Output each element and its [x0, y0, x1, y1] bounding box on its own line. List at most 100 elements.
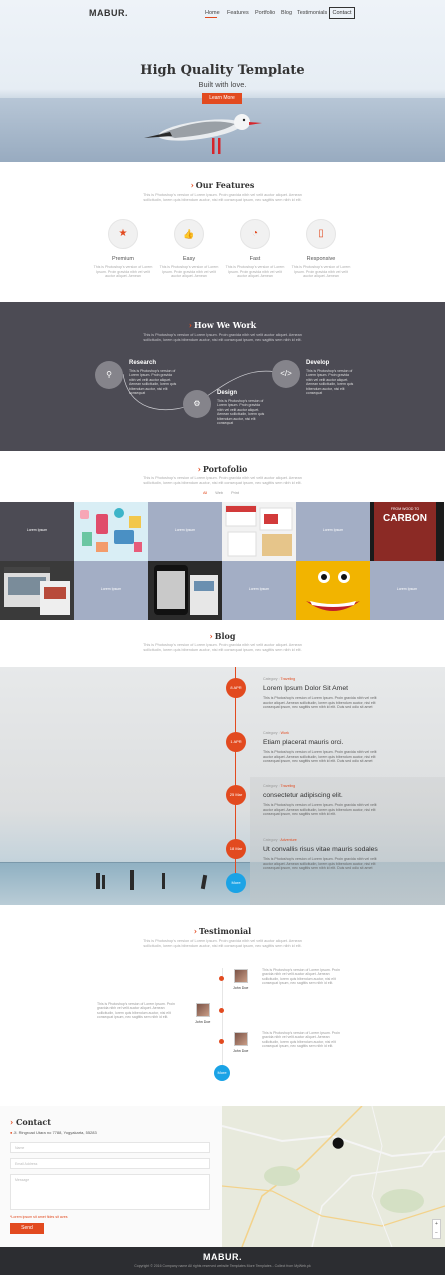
portfolio-tile-web-mockups[interactable] [222, 502, 296, 561]
blog-more-button[interactable]: More [226, 873, 246, 893]
filter-web[interactable]: Web [215, 491, 223, 495]
blog-category: Category : Traveling [263, 784, 296, 788]
nav-item-portfolio[interactable]: Portfolio [255, 10, 275, 16]
name-field[interactable]: Name [10, 1142, 210, 1153]
carbon-top-text: FROM WOOD TO [390, 507, 420, 511]
portfolio-tile[interactable]: Lorem Ipsum [0, 502, 74, 561]
feature-text: This is Photoshop's version of Lorem Ips… [291, 265, 351, 279]
contact-panel: › Contact ● Jl. Ringroad Utara no 7788, … [0, 1106, 222, 1247]
portfolio-tile-mouth[interactable] [296, 561, 370, 620]
email-field[interactable]: Email Address [10, 1158, 210, 1169]
blog-date-badge: 1 APR [226, 732, 246, 752]
blog-post-text: This is Photoshop's version of Lorem Ips… [263, 750, 377, 763]
avatar [234, 1032, 248, 1046]
nav-item-testimonials[interactable]: Testimonials [297, 10, 327, 16]
footer-logo[interactable]: MABUR. [0, 1252, 445, 1262]
map-zoom-control[interactable]: + − [432, 1219, 441, 1239]
feature-text: This is Photoshop's version of Lorem Ips… [159, 265, 219, 279]
features-description: This is Photoshop's version of Lorem Ips… [143, 193, 302, 202]
features-title: › Our Features [190, 180, 255, 190]
blog-category: Category : Traveling [263, 677, 296, 681]
contact-note: *Lorem ipsum sit amet fides sit aves [10, 1215, 68, 1219]
feature-text: This is Photoshop's version of Lorem Ips… [93, 265, 153, 279]
testimonial-dot [219, 1008, 224, 1013]
testimonial-timeline-line [222, 968, 223, 1068]
blog-post-title[interactable]: Lorem Ipsum Dolor Sit Amet [263, 685, 348, 692]
feature-circle-premium: ★ [108, 219, 138, 249]
blog-section: 8 APR 1 APR 25 Mar 18 Mar More Category … [0, 667, 445, 905]
portfolio-tile-website[interactable] [0, 561, 74, 620]
portfolio-filters: All Web Print [203, 491, 239, 495]
feature-text: This is Photoshop's version of Lorem Ips… [225, 265, 285, 279]
testimonial-text: This is Photoshop's version of Lorem Ips… [262, 968, 340, 986]
portfolio-tile[interactable]: Lorem Ipsum [296, 502, 370, 561]
portfolio-tile[interactable]: Lorem Ipsum [222, 561, 296, 620]
hero-title: High Quality Template [140, 63, 305, 78]
blog-title: › Blog [209, 631, 236, 641]
nav-item-blog[interactable]: Blog [281, 10, 292, 16]
blog-description: This is Photoshop's version of Lorem Ips… [143, 643, 302, 652]
avatar [234, 969, 248, 983]
hero-section: MABUR. Home Features Portfolio Blog Test… [0, 0, 445, 162]
mobile-icon: ▯ [318, 228, 324, 239]
blog-post-title[interactable]: Ut convallis risus vitae mauris sodales [263, 846, 378, 853]
filter-print[interactable]: Print [231, 491, 239, 495]
avatar [196, 1003, 210, 1017]
zoom-in-icon[interactable]: + [435, 1221, 438, 1227]
testimonial-dot [219, 976, 224, 981]
footer-copyright: Copyright © 2016 Company name All rights… [134, 1264, 311, 1268]
search-icon: ⚲ [95, 361, 123, 389]
portfolio-tile-carbon[interactable]: FROM WOOD TO CARBON [370, 502, 444, 561]
brand-logo[interactable]: MABUR. [89, 8, 128, 18]
work-step-text: This is Photoshop's version of Lorem Ips… [306, 369, 354, 396]
portfolio-description: This is Photoshop's version of Lorem Ips… [143, 476, 302, 485]
portfolio-tile[interactable]: Lorem Ipsum [74, 561, 148, 620]
gears-icon: ⚙ [183, 390, 211, 418]
testimonial-text: This is Photoshop's version of Lorem Ips… [262, 1031, 340, 1049]
work-step-name: Develop [306, 360, 330, 366]
zoom-out-icon[interactable]: − [435, 1230, 438, 1236]
feature-name: Premium [111, 256, 134, 262]
blog-category: Category : Adventure [263, 838, 297, 842]
map-view[interactable]: ⬤ + − [222, 1106, 445, 1247]
blog-post-title[interactable]: consectetur adipiscing elit. [263, 792, 343, 799]
feature-name: Responsive [306, 256, 336, 262]
carbon-text: CARBON [383, 513, 427, 524]
message-field[interactable]: Message [10, 1174, 210, 1210]
testimonial-title: › Testimonial [193, 926, 252, 936]
star-icon: ★ [118, 228, 128, 239]
testimonial-description: This is Photoshop's version of Lorem Ips… [143, 939, 302, 948]
testimonial-name: John Doe [233, 986, 249, 990]
code-icon: </> [272, 360, 300, 388]
feature-circle-easy: 👍 [174, 219, 204, 249]
map-pin-icon: ● [10, 1130, 13, 1135]
how-we-work-section: › How We Work This is Photoshop's version… [0, 302, 445, 451]
hero-subtitle: Built with love. [198, 80, 247, 89]
portfolio-tile[interactable]: Lorem Ipsum [370, 561, 444, 620]
work-step-text: This is Photoshop's version of Lorem Ips… [129, 369, 177, 396]
speedometer-icon: ◔ [251, 228, 259, 239]
portfolio-tile-phone[interactable] [148, 561, 222, 620]
nav-contact-button[interactable]: Contact [329, 7, 355, 19]
portfolio-title: › Portofolio [197, 464, 248, 474]
blog-post-text: This is Photoshop's version of Lorem Ips… [263, 803, 377, 816]
nav-item-home[interactable]: Home [205, 10, 220, 16]
feature-name: Easy [182, 256, 196, 262]
thumbs-up-icon: 👍 [183, 229, 195, 239]
seagull-image [144, 114, 262, 154]
testimonial-text: This is Photoshop's version of Lorem Ips… [97, 1002, 175, 1020]
map-marker-icon[interactable]: ⬤ [332, 1136, 344, 1149]
map-roads [222, 1106, 445, 1247]
blog-post-title[interactable]: Etiam placerat mauris orci. [263, 739, 343, 746]
work-step-name: Design [217, 390, 238, 396]
filter-all[interactable]: All [203, 491, 207, 495]
nav-item-features[interactable]: Features [227, 10, 249, 16]
send-button[interactable]: Send [10, 1223, 44, 1234]
contact-title: › Contact [10, 1117, 51, 1127]
portfolio-tile[interactable]: Lorem Ipsum [148, 502, 222, 561]
learn-more-button[interactable]: Learn More [202, 93, 242, 104]
portfolio-tile-icons[interactable] [74, 502, 148, 561]
testimonial-more-button[interactable]: More [214, 1065, 230, 1081]
work-step-text: This is Photoshop's version of Lorem Ips… [217, 399, 265, 426]
feature-circle-fast: ◔ [240, 219, 270, 249]
